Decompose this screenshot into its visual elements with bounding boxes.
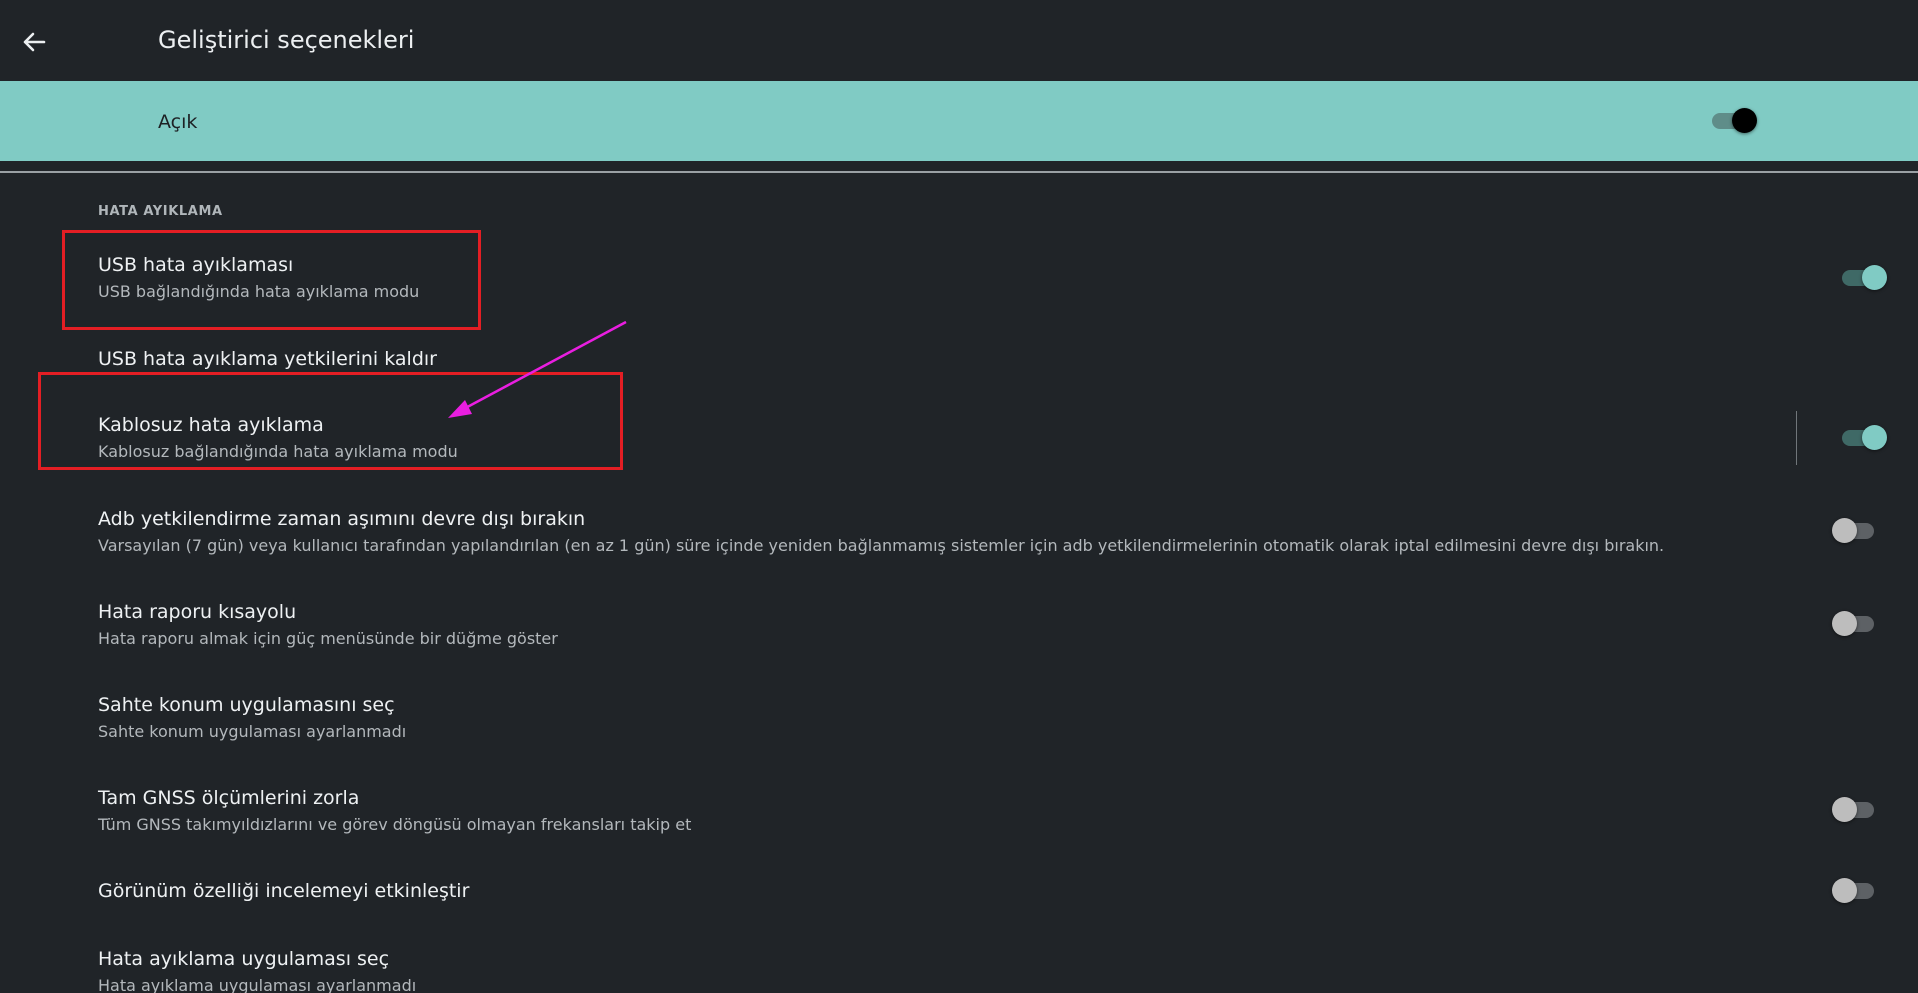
- usb-debugging-toggle[interactable]: [1842, 264, 1887, 290]
- section-header: HATA AYIKLAMA: [98, 204, 223, 219]
- adb-auth-timeout-toggle[interactable]: [1832, 517, 1878, 543]
- master-switch-bar[interactable]: Açık: [0, 81, 1918, 161]
- item-subtitle: Sahte konum uygulaması ayarlanmadı: [98, 722, 407, 741]
- toggle-thumb: [1832, 518, 1857, 543]
- view-attribute-inspection-item[interactable]: Görünüm özelliği incelemeyi etkinleştir: [0, 862, 1918, 918]
- usb-debugging-item[interactable]: USB hata ayıklaması USB bağlandığında ha…: [0, 240, 1918, 320]
- item-title: USB hata ayıklama yetkilerini kaldır: [98, 348, 437, 370]
- item-subtitle: Hata raporu almak için güç menüsünde bir…: [98, 629, 558, 648]
- wireless-debugging-item[interactable]: Kablosuz hata ayıklama Kablosuz bağlandı…: [0, 396, 1918, 476]
- arrow-left-icon: [23, 32, 46, 52]
- item-subtitle: Kablosuz bağlandığında hata ayıklama mod…: [98, 442, 458, 461]
- divider: [0, 171, 1918, 173]
- master-toggle[interactable]: [1712, 107, 1757, 133]
- item-subtitle: USB bağlandığında hata ayıklama modu: [98, 282, 420, 301]
- item-subtitle: Hata ayıklama uygulaması ayarlanmadı: [98, 976, 417, 993]
- adb-auth-timeout-item[interactable]: Adb yetkilendirme zaman aşımını devre dı…: [0, 490, 1918, 570]
- vertical-divider: [1796, 411, 1797, 465]
- mock-location-app-item[interactable]: Sahte konum uygulamasını seç Sahte konum…: [0, 676, 1918, 756]
- app-bar: Geliştirici seçenekleri: [0, 0, 1918, 81]
- item-title: Görünüm özelliği incelemeyi etkinleştir: [98, 880, 470, 902]
- bug-report-shortcut-item[interactable]: Hata raporu kısayolu Hata raporu almak i…: [0, 583, 1918, 663]
- force-gnss-toggle[interactable]: [1832, 796, 1878, 822]
- view-attribute-inspection-toggle[interactable]: [1832, 877, 1878, 903]
- toggle-thumb: [1862, 425, 1887, 450]
- item-title: USB hata ayıklaması: [98, 254, 294, 276]
- page-title: Geliştirici seçenekleri: [158, 26, 415, 54]
- item-subtitle: Varsayılan (7 gün) veya kullanıcı tarafı…: [98, 536, 1665, 555]
- toggle-thumb: [1832, 611, 1857, 636]
- toggle-thumb: [1732, 108, 1757, 133]
- select-debug-app-item[interactable]: Hata ayıklama uygulaması seç Hata ayıkla…: [0, 930, 1918, 993]
- item-title: Kablosuz hata ayıklama: [98, 414, 324, 436]
- master-switch-label: Açık: [158, 111, 198, 133]
- developer-options-screen: Geliştirici seçenekleri Açık HATA AYIKLA…: [0, 0, 1918, 993]
- item-title: Sahte konum uygulamasını seç: [98, 694, 395, 716]
- toggle-thumb: [1832, 797, 1857, 822]
- toggle-thumb: [1862, 265, 1887, 290]
- item-subtitle: Tüm GNSS takımyıldızlarını ve görev döng…: [98, 815, 692, 834]
- item-title: Adb yetkilendirme zaman aşımını devre dı…: [98, 508, 586, 530]
- back-button[interactable]: [14, 22, 54, 62]
- item-title: Hata ayıklama uygulaması seç: [98, 948, 390, 970]
- wireless-debugging-toggle[interactable]: [1842, 424, 1887, 450]
- bug-report-shortcut-toggle[interactable]: [1832, 610, 1878, 636]
- toggle-thumb: [1832, 878, 1857, 903]
- force-gnss-item[interactable]: Tam GNSS ölçümlerini zorla Tüm GNSS takı…: [0, 769, 1918, 849]
- item-title: Hata raporu kısayolu: [98, 601, 297, 623]
- revoke-usb-debugging-item[interactable]: USB hata ayıklama yetkilerini kaldır: [0, 330, 1918, 386]
- item-title: Tam GNSS ölçümlerini zorla: [98, 787, 360, 809]
